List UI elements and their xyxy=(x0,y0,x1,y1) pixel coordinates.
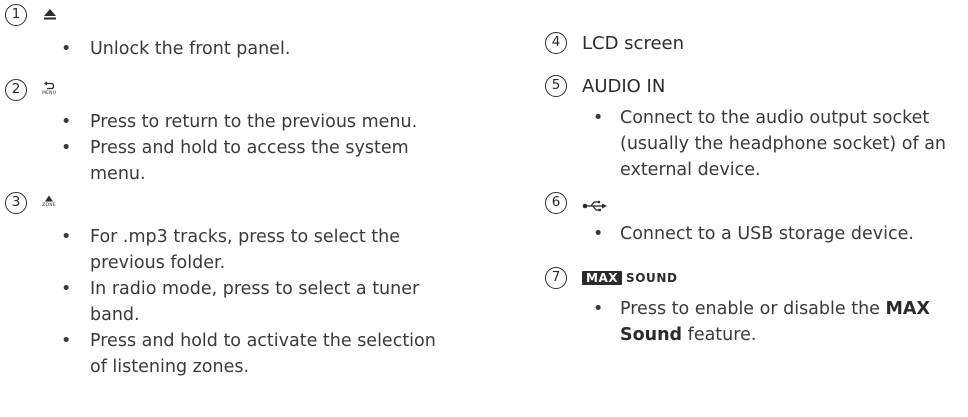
list-item: • Press to return to the previous menu. xyxy=(61,112,418,132)
item-4: 4 LCD screen xyxy=(540,31,968,55)
list-item: • In radio mode, press to select a tuner … xyxy=(61,279,420,325)
item-number: 4 xyxy=(545,32,567,54)
max-logo-icon: MAX xyxy=(582,271,622,285)
sound-label: SOUND xyxy=(625,271,678,285)
list-item: • For .mp3 tracks, press to select the pr… xyxy=(61,227,400,273)
icon-label: ZONE xyxy=(42,203,56,208)
bullet-list: • Press to return to the previous menu. •… xyxy=(0,109,480,187)
eject-icon xyxy=(42,6,58,25)
icon-label: MENU xyxy=(42,91,57,96)
bullet-list: • For .mp3 tracks, press to select the pr… xyxy=(0,224,480,380)
list-item: • Unlock the front panel. xyxy=(61,39,291,59)
item-number: 7 xyxy=(545,267,567,289)
bullet-list: • Press to enable or disable the MAX Soun… xyxy=(540,296,968,348)
list-item: • Connect to the audio output socket (usu… xyxy=(593,108,947,180)
list-item: • Press to enable or disable the MAX Soun… xyxy=(593,299,930,345)
list-item: • Connect to a USB storage device. xyxy=(593,224,914,244)
max-sound-logo: MAX SOUND xyxy=(582,268,678,287)
item-number: 5 xyxy=(545,75,567,97)
item-2: 2 MENU • Press to return to the previous … xyxy=(0,78,480,184)
back-arrow-icon: MENU xyxy=(42,81,56,96)
item-number: 6 xyxy=(545,192,567,214)
item-title: AUDIO IN xyxy=(582,76,666,97)
item-1: 1 • Unlock the front panel. xyxy=(0,3,480,59)
list-item: • Press and hold to activate the selectio… xyxy=(61,331,436,377)
item-5: 5 AUDIO IN • Connect to the audio output … xyxy=(540,74,968,180)
bullet-list: • Connect to the audio output socket (usu… xyxy=(540,105,968,183)
usb-icon xyxy=(582,197,608,216)
item-7: 7 MAX SOUND • Press to enable or disable t… xyxy=(540,266,968,345)
item-number: 2 xyxy=(5,79,27,101)
list-item: • Press and hold to access the system men… xyxy=(61,138,409,184)
item-number: 3 xyxy=(5,192,27,214)
item-6: 6 • Connect to a USB storage device. xyxy=(540,191,968,244)
item-number: 1 xyxy=(5,4,27,26)
item-3: 3 ZONE • For .mp3 tracks, press to select… xyxy=(0,191,480,377)
up-triangle-icon: ZONE xyxy=(42,195,56,208)
bullet-list: • Connect to a USB storage device. xyxy=(540,221,968,247)
item-title: LCD screen xyxy=(582,33,685,54)
bullet-list: • Unlock the front panel. xyxy=(0,36,480,62)
